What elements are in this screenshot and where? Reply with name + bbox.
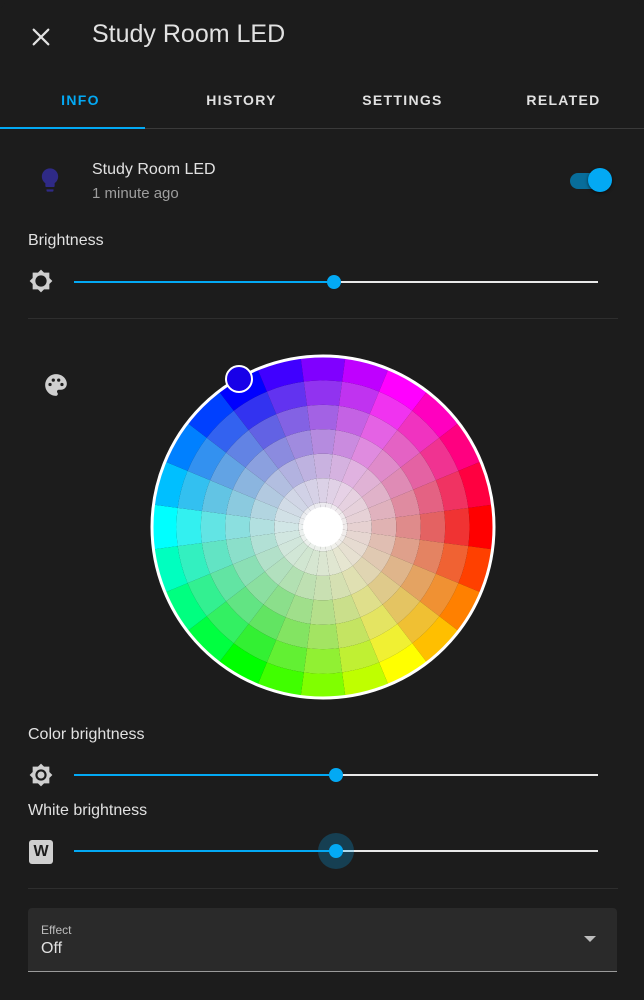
color-wheel-segment bbox=[303, 380, 343, 406]
tab-settings[interactable]: SETTINGS bbox=[322, 72, 483, 128]
more-info-dialog: Study Room LED INFO HISTORY SETTINGS REL… bbox=[0, 0, 644, 1000]
brightness-icon bbox=[29, 269, 53, 293]
entity-row: Study Room LED 1 minute ago bbox=[0, 150, 644, 210]
color-wheel-segment bbox=[176, 507, 202, 547]
effect-select[interactable]: Effect Off bbox=[28, 908, 617, 972]
brightness-label: Brightness bbox=[28, 232, 104, 249]
tab-bar: INFO HISTORY SETTINGS RELATED bbox=[0, 72, 644, 129]
slider-fill bbox=[74, 774, 336, 776]
color-wheel-segment bbox=[313, 575, 333, 601]
slider-knob[interactable] bbox=[327, 275, 342, 289]
color-wheel-segment bbox=[303, 648, 343, 674]
section-divider bbox=[28, 888, 618, 889]
color-wheel-segment bbox=[152, 504, 178, 550]
power-toggle[interactable] bbox=[570, 168, 612, 192]
toggle-thumb[interactable] bbox=[588, 168, 612, 192]
color-wheel-marker[interactable] bbox=[225, 365, 253, 393]
entity-last-changed: 1 minute ago bbox=[92, 185, 179, 202]
slider-knob[interactable] bbox=[329, 768, 343, 782]
brightness-icon bbox=[29, 763, 53, 787]
slider-knob[interactable] bbox=[329, 844, 343, 858]
white-brightness-slider[interactable] bbox=[74, 833, 598, 869]
color-wheel-segment bbox=[419, 511, 446, 543]
white-w-icon: W bbox=[29, 840, 53, 864]
dialog-header: Study Room LED bbox=[0, 0, 644, 72]
white-w-icon-text: W bbox=[33, 843, 49, 860]
section-divider bbox=[28, 318, 618, 319]
brightness-slider[interactable] bbox=[74, 272, 598, 292]
color-wheel-segment bbox=[200, 511, 227, 543]
color-wheel-segment bbox=[468, 504, 494, 550]
close-button[interactable] bbox=[20, 16, 62, 58]
color-wheel-segment bbox=[395, 514, 421, 540]
color-wheel-segment bbox=[249, 517, 275, 537]
slider-fill bbox=[74, 850, 336, 852]
lightbulb-icon bbox=[41, 168, 59, 192]
color-wheel-segment bbox=[300, 672, 346, 698]
color-wheel-segment bbox=[225, 514, 251, 540]
color-brightness-slider[interactable] bbox=[74, 765, 598, 785]
color-wheel-segment bbox=[310, 599, 336, 625]
color-wheel-segment bbox=[300, 356, 346, 382]
color-wheel-segment bbox=[313, 453, 333, 479]
effect-label: Effect bbox=[41, 923, 72, 937]
color-wheel-segment bbox=[444, 507, 470, 547]
entity-name: Study Room LED bbox=[92, 161, 216, 178]
color-brightness-label: Color brightness bbox=[28, 726, 145, 743]
tab-info[interactable]: INFO bbox=[0, 72, 161, 129]
slider-fill bbox=[74, 281, 335, 283]
color-wheel-segment bbox=[307, 404, 339, 431]
effect-value: Off bbox=[41, 940, 63, 957]
dropdown-arrow-icon bbox=[584, 936, 596, 942]
dialog-title: Study Room LED bbox=[92, 20, 286, 48]
color-wheel[interactable] bbox=[148, 352, 498, 702]
color-wheel-center bbox=[303, 507, 343, 547]
palette-icon bbox=[45, 374, 67, 396]
tab-history[interactable]: HISTORY bbox=[161, 72, 322, 128]
close-icon bbox=[32, 28, 50, 46]
color-wheel-segment bbox=[307, 623, 339, 650]
color-wheel-segment bbox=[371, 517, 397, 537]
color-wheel-segment bbox=[310, 429, 336, 455]
tab-related[interactable]: RELATED bbox=[483, 72, 644, 128]
white-brightness-label: White brightness bbox=[28, 802, 148, 819]
